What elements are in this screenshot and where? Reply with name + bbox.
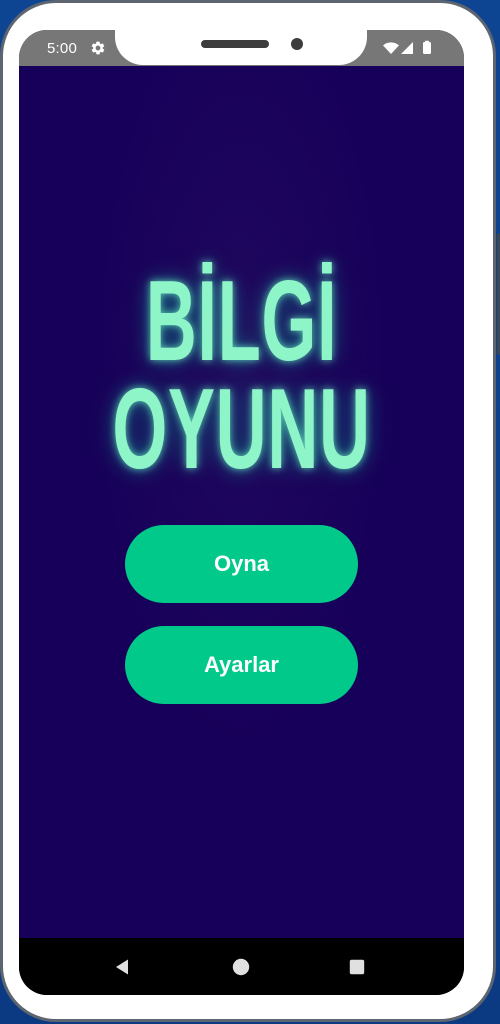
status-time: 5:00 <box>47 40 77 57</box>
gear-icon <box>91 41 105 55</box>
play-button[interactable]: Oyna <box>125 525 358 603</box>
status-bar: 5:00 <box>19 30 464 66</box>
battery-icon <box>423 40 431 54</box>
wifi-icon <box>383 42 399 54</box>
game-title: BİLGİ OYUNU <box>104 258 380 493</box>
status-icons <box>383 40 431 54</box>
camera-notch <box>115 30 367 65</box>
home-circle-icon[interactable] <box>230 956 252 978</box>
phone-screen: 5:00 BİLGİ OYUNU Oyna Ayarlar <box>19 30 464 995</box>
signal-icon <box>401 42 413 54</box>
device-preview: 5:00 BİLGİ OYUNU Oyna Ayarlar <box>0 0 500 1024</box>
title-line-1: BİLGİ <box>145 258 338 386</box>
settings-button[interactable]: Ayarlar <box>125 626 358 704</box>
back-triangle-icon[interactable] <box>111 956 133 978</box>
main-menu: BİLGİ OYUNU Oyna Ayarlar <box>19 66 464 938</box>
recent-square-icon[interactable] <box>346 956 368 978</box>
android-navigation-bar <box>19 938 464 995</box>
speaker-icon <box>201 40 269 48</box>
title-line-2: OYUNU <box>112 365 371 493</box>
camera-icon <box>291 38 303 50</box>
